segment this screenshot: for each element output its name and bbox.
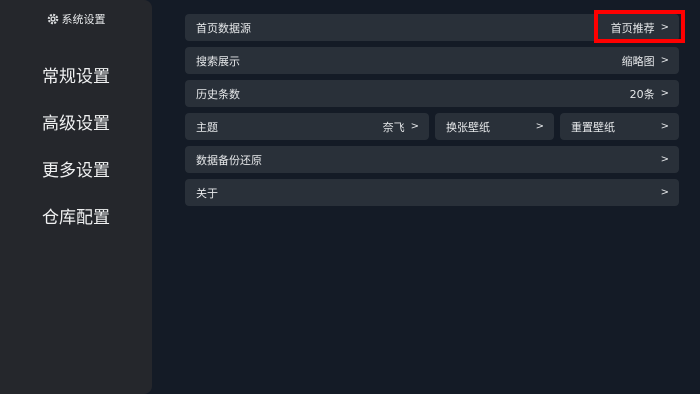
- reset-wallpaper-label: 重置壁纸: [571, 120, 615, 134]
- history-count-label: 历史条数: [196, 87, 240, 101]
- backup-restore-row[interactable]: 数据备份还原 >: [185, 146, 679, 173]
- gear-icon: [47, 13, 59, 25]
- history-count-row[interactable]: 历史条数 20条 >: [185, 80, 679, 107]
- sidebar-item-repository[interactable]: 仓库配置: [0, 203, 152, 228]
- history-count-value: 20条: [629, 87, 655, 101]
- about-label: 关于: [196, 186, 218, 200]
- reset-wallpaper-button[interactable]: 重置壁纸 >: [560, 113, 679, 140]
- homepage-source-label: 首页数据源: [196, 21, 251, 35]
- sidebar-item-advanced[interactable]: 高级设置: [0, 109, 152, 134]
- backup-restore-label: 数据备份还原: [196, 153, 262, 167]
- chevron-right-icon: >: [660, 121, 669, 132]
- search-display-label: 搜索展示: [196, 54, 240, 68]
- chevron-right-icon: >: [660, 55, 669, 66]
- chevron-right-icon: >: [660, 154, 669, 165]
- sidebar-title-label: 系统设置: [61, 13, 106, 26]
- search-display-value: 缩略图: [621, 54, 655, 68]
- sidebar-title: 系统设置: [0, 11, 152, 27]
- theme-row[interactable]: 主题 奈飞 >: [185, 113, 429, 140]
- search-display-row[interactable]: 搜索展示 缩略图 >: [185, 47, 679, 74]
- sidebar: 系统设置 常规设置 高级设置 更多设置 仓库配置: [0, 0, 152, 394]
- chevron-right-icon: >: [660, 187, 669, 198]
- about-row[interactable]: 关于 >: [185, 179, 679, 206]
- change-wallpaper-button[interactable]: 换张壁纸 >: [435, 113, 554, 140]
- theme-value: 奈飞: [382, 120, 405, 134]
- theme-label: 主题: [196, 120, 218, 134]
- chevron-right-icon: >: [660, 88, 669, 99]
- sidebar-item-general[interactable]: 常规设置: [0, 62, 152, 87]
- chevron-right-icon: >: [410, 121, 419, 132]
- sidebar-item-more[interactable]: 更多设置: [0, 156, 152, 181]
- change-wallpaper-label: 换张壁纸: [446, 120, 490, 134]
- chevron-right-icon: >: [535, 121, 544, 132]
- focus-highlight-box: [594, 10, 685, 43]
